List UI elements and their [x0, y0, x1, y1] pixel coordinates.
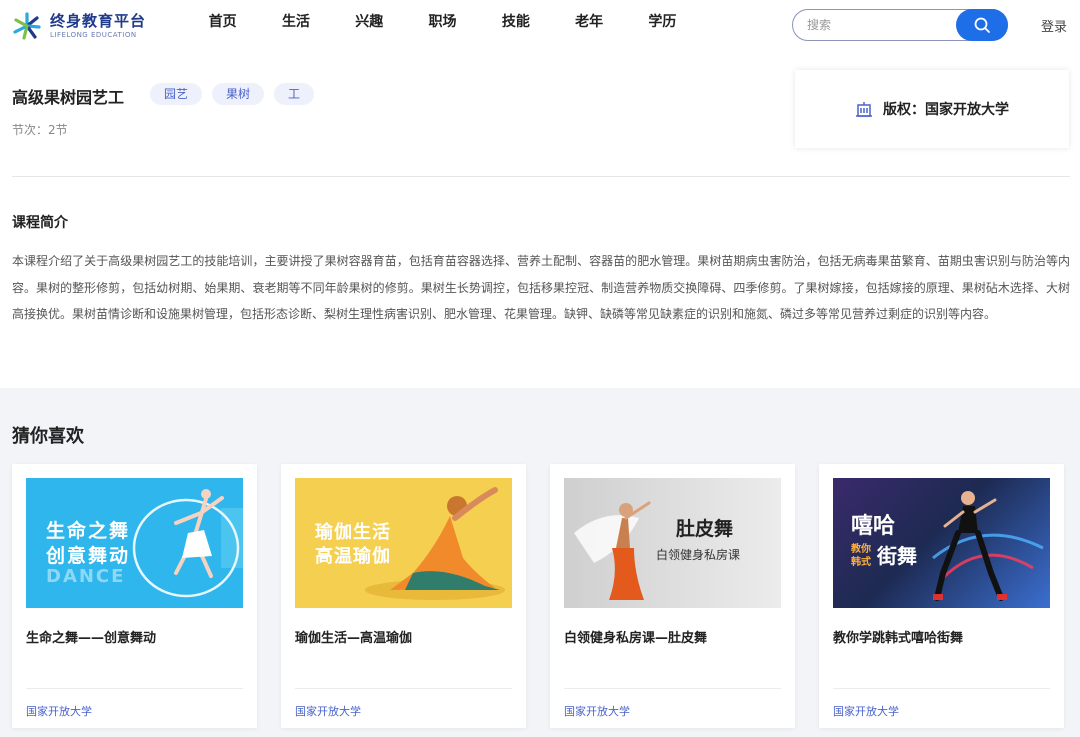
course-title: 高级果树园艺工: [12, 88, 125, 107]
nav-skills[interactable]: 技能: [479, 0, 552, 44]
building-icon: [856, 102, 872, 117]
course-card-title[interactable]: 教你学跳韩式嘻哈街舞: [833, 627, 963, 646]
course-card[interactable]: 肚皮舞 白领健身私房课 白领健身私房课—肚皮舞 国家开放大学: [550, 464, 795, 728]
top-header: 终身教育平台 LIFELONG EDUCATION 首页 生活 兴趣 职场 技能…: [0, 0, 1080, 52]
course-thumbnail[interactable]: 生命之舞 创意舞动 DANCE: [26, 478, 243, 608]
search-button[interactable]: [956, 9, 1008, 41]
thumb-text-line1: 生命之舞: [46, 520, 131, 542]
course-card-title[interactable]: 瑜伽生活—高温瑜伽: [295, 627, 412, 646]
recommend-cards: 生命之舞 创意舞动 DANCE 生命之舞——创意舞动 国家开放大学 瑜伽生活 高…: [12, 464, 1064, 728]
site-logo[interactable]: 终身教育平台 LIFELONG EDUCATION: [12, 9, 152, 43]
nav-career[interactable]: 职场: [406, 0, 479, 44]
course-provider[interactable]: 国家开放大学: [564, 703, 630, 719]
card-divider: [295, 688, 512, 689]
logo-title: 终身教育平台: [50, 12, 147, 30]
card-divider: [833, 688, 1050, 689]
belly-dancer-illustration: [574, 501, 651, 600]
thumb-text-line4: 街舞: [877, 544, 917, 568]
tag-worker[interactable]: 工: [274, 83, 315, 105]
course-thumbnail[interactable]: 嘻哈 教你 韩式 街舞: [833, 478, 1050, 608]
search-box: [792, 9, 1008, 41]
intro-heading: 课程简介: [12, 215, 68, 231]
course-thumbnail[interactable]: 肚皮舞 白领健身私房课: [564, 478, 781, 608]
tag-fruit-tree[interactable]: 果树: [212, 83, 265, 105]
nav-interest[interactable]: 兴趣: [333, 0, 406, 44]
course-card[interactable]: 生命之舞 创意舞动 DANCE 生命之舞——创意舞动 国家开放大学: [12, 464, 257, 728]
thumb-text-line2: 创意舞动: [46, 545, 131, 567]
recommend-section: 猜你喜欢 生命之舞 创意舞动 DANCE 生命之舞——创意舞动 国家开放大学 瑜…: [0, 388, 1080, 737]
course-tags: 园艺 果树 工: [150, 83, 315, 105]
card-divider: [26, 688, 243, 689]
search-input[interactable]: [807, 10, 947, 40]
course-card-title[interactable]: 生命之舞——创意舞动: [26, 627, 156, 646]
course-provider[interactable]: 国家开放大学: [26, 703, 92, 719]
intro-text: 本课程介绍了关于高级果树园艺工的技能培训，主要讲授了果树容器育苗，包括育苗容器选…: [12, 254, 1070, 321]
thumb-text-line3: 韩式: [851, 557, 871, 568]
logo-mark-icon: [13, 12, 41, 40]
section-divider: [12, 176, 1070, 177]
login-link[interactable]: 登录: [1041, 16, 1067, 35]
thumb-text-line2: 高温瑜伽: [315, 546, 391, 567]
card-divider: [564, 688, 781, 689]
thumb-text-line3: DANCE: [46, 566, 126, 587]
search-icon: [974, 17, 990, 33]
course-card-title[interactable]: 白领健身私房课—肚皮舞: [564, 627, 707, 646]
thumb-text-line2: 白领健身私房课: [656, 548, 741, 562]
recommend-heading: 猜你喜欢: [12, 426, 84, 447]
nav-life[interactable]: 生活: [259, 0, 332, 44]
course-thumbnail[interactable]: 瑜伽生活 高温瑜伽: [295, 478, 512, 608]
thumb-text-line1: 嘻哈: [851, 514, 896, 539]
copyright-card: 版权：国家开放大学: [795, 70, 1069, 148]
course-card[interactable]: 嘻哈 教你 韩式 街舞 教你学跳韩式嘻哈街舞 国家开放大学: [819, 464, 1064, 728]
tag-horticulture[interactable]: 园艺: [150, 83, 203, 105]
thumb-text-line1: 瑜伽生活: [315, 522, 391, 543]
nav-home[interactable]: 首页: [186, 0, 259, 44]
main-nav: 首页 生活 兴趣 职场 技能 老年 学历: [186, 0, 699, 44]
thumb-text-line1: 肚皮舞: [676, 518, 734, 540]
course-card[interactable]: 瑜伽生活 高温瑜伽 瑜伽生活—高温瑜伽 国家开放大学: [281, 464, 526, 728]
course-provider[interactable]: 国家开放大学: [833, 703, 899, 719]
lesson-count: 节次：2节: [12, 123, 68, 137]
nav-degree[interactable]: 学历: [626, 0, 699, 44]
logo-subtitle: LIFELONG EDUCATION: [50, 31, 137, 39]
nav-elderly[interactable]: 老年: [552, 0, 625, 44]
copyright-text: 版权：国家开放大学: [883, 102, 1009, 118]
course-provider[interactable]: 国家开放大学: [295, 703, 361, 719]
